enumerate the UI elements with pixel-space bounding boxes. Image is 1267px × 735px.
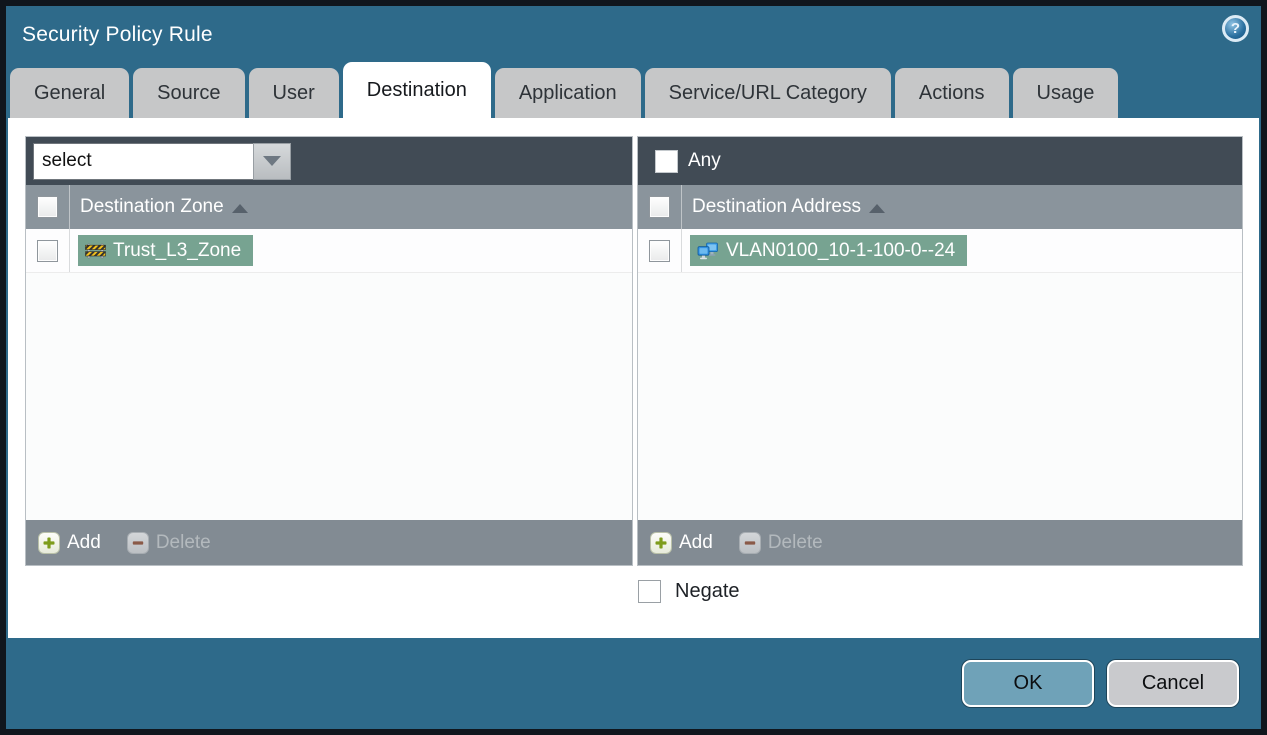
tab-user[interactable]: User <box>248 68 339 118</box>
negate-option: Negate <box>638 580 740 603</box>
sort-ascending-icon[interactable] <box>231 203 248 213</box>
zone-panel-toolbar <box>26 137 632 185</box>
delete-label: Delete <box>155 531 211 553</box>
negate-checkbox[interactable] <box>638 580 661 603</box>
plus-icon <box>650 531 672 554</box>
zone-column-title: Destination Zone <box>80 196 224 217</box>
any-label: Any <box>688 150 721 171</box>
security-policy-rule-dialog: Security Policy Rule ? General Source Us… <box>0 0 1267 735</box>
delete-zone-button[interactable]: Delete <box>126 531 211 554</box>
chevron-down-icon <box>263 156 281 166</box>
minus-icon <box>738 531 761 554</box>
zone-entry-label: Trust_L3_Zone <box>113 239 242 261</box>
delete-label: Delete <box>767 531 823 553</box>
address-column-title: Destination Address <box>692 196 861 217</box>
zone-table-body: Trust_L3_Zone <box>26 229 632 520</box>
tab-bar: General Source User Destination Applicat… <box>10 62 1261 118</box>
zone-entry-chip[interactable]: Trust_L3_Zone <box>78 235 254 266</box>
help-icon[interactable]: ? <box>1222 15 1249 42</box>
tab-application[interactable]: Application <box>494 68 641 118</box>
table-row: VLAN0100_10-1-100-0--24 <box>638 229 1242 273</box>
address-entry-chip[interactable]: VLAN0100_10-1-100-0--24 <box>690 235 968 266</box>
destination-zone-panel: Destination Zone <box>25 136 633 566</box>
zone-select-combo <box>33 142 291 180</box>
address-panel-footer: Add Delete <box>638 520 1242 565</box>
tab-actions[interactable]: Actions <box>894 68 1009 118</box>
destination-address-panel: Any Destination Address VLAN0100_10-1-10… <box>637 136 1243 566</box>
address-entry-label: VLAN0100_10-1-100-0--24 <box>726 239 956 261</box>
network-icon <box>697 242 718 259</box>
table-row: Trust_L3_Zone <box>26 229 632 273</box>
tab-source[interactable]: Source <box>133 68 245 118</box>
add-label: Add <box>67 531 101 553</box>
zone-row-checkbox[interactable] <box>37 239 58 262</box>
cancel-button[interactable]: Cancel <box>1107 660 1239 707</box>
sort-ascending-icon[interactable] <box>869 203 885 213</box>
tab-destination[interactable]: Destination <box>342 62 491 118</box>
dialog-titlebar: Security Policy Rule <box>6 6 1261 64</box>
add-label: Add <box>679 531 713 553</box>
delete-address-button[interactable]: Delete <box>738 531 823 554</box>
tab-usage[interactable]: Usage <box>1012 68 1119 118</box>
zone-select-all-checkbox[interactable] <box>37 196 58 218</box>
help-glyph: ? <box>1230 20 1241 37</box>
dialog-footer: OK Cancel <box>6 638 1261 729</box>
address-select-all-checkbox[interactable] <box>649 196 670 218</box>
any-checkbox[interactable] <box>654 149 678 173</box>
address-panel-toolbar: Any <box>638 137 1242 185</box>
destination-tab-panel: Destination Zone <box>8 118 1259 638</box>
tab-general[interactable]: General <box>10 68 130 118</box>
address-table-body: VLAN0100_10-1-100-0--24 <box>638 229 1242 520</box>
ok-button[interactable]: OK <box>962 660 1094 707</box>
zone-table-header: Destination Zone <box>26 185 632 229</box>
address-row-checkbox[interactable] <box>649 239 670 262</box>
address-table-header: Destination Address <box>638 185 1242 229</box>
dialog-title: Security Policy Rule <box>22 23 213 46</box>
zone-panel-footer: Add Delete <box>26 520 632 565</box>
zone-select-input[interactable] <box>33 142 253 180</box>
minus-icon <box>126 531 149 554</box>
negate-label: Negate <box>675 580 740 602</box>
add-zone-button[interactable]: Add <box>38 531 101 554</box>
zone-select-dropdown-button[interactable] <box>253 142 291 180</box>
add-address-button[interactable]: Add <box>650 531 713 554</box>
plus-icon <box>38 531 60 554</box>
tab-service-url-category[interactable]: Service/URL Category <box>644 68 891 118</box>
zone-icon <box>85 243 106 259</box>
